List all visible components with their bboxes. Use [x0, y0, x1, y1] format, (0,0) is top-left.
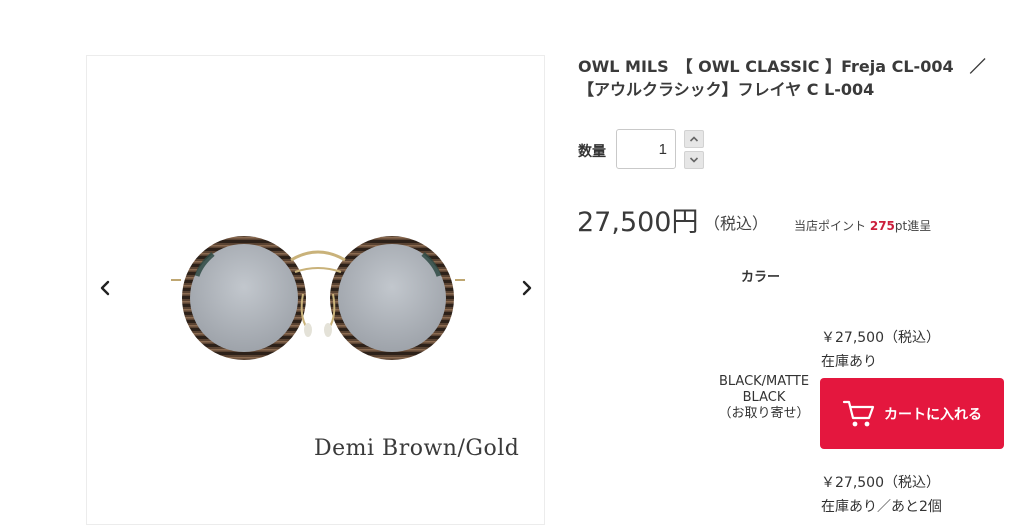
- variant-stock-status: 在庫あり／あと2個: [821, 499, 942, 515]
- gallery-next-button[interactable]: [517, 278, 537, 298]
- color-column-header: カラー: [741, 270, 781, 285]
- points-value: 275: [869, 219, 895, 233]
- points-info: 当店ポイント 275pt進呈: [794, 217, 931, 234]
- product-title: OWL MILS 【 OWL CLASSIC 】Freja CL-004 ／【ア…: [578, 57, 986, 99]
- tax-note: （税込）: [704, 214, 769, 233]
- points-prefix: 当店ポイント: [794, 219, 867, 233]
- quantity-decrement-button[interactable]: [684, 151, 704, 169]
- chevron-down-icon: [689, 157, 699, 163]
- quantity-label: 数量: [578, 144, 606, 160]
- chevron-left-icon: [100, 280, 110, 296]
- chevron-up-icon: [689, 136, 699, 142]
- variant-color-line: BLACK/MATTE: [718, 374, 810, 389]
- quantity-increment-button[interactable]: [684, 130, 704, 148]
- variant-color-line: BLACK: [742, 390, 786, 405]
- variant-color-name: BLACK/MATTE BLACK （お取り寄せ）: [706, 374, 822, 422]
- variant-price: ￥27,500（税込）: [821, 475, 940, 491]
- image-caption: Demi Brown/Gold: [314, 436, 520, 461]
- product-image-gallery: Demi Brown/Gold: [86, 55, 545, 525]
- add-to-cart-button[interactable]: カートに入れる: [820, 378, 1004, 449]
- add-to-cart-label: カートに入れる: [884, 406, 982, 423]
- product-price: 27,500円: [577, 207, 699, 238]
- variant-order-note: （お取り寄せ）: [718, 406, 810, 421]
- quantity-input[interactable]: [616, 129, 676, 169]
- cart-icon: [842, 400, 875, 426]
- sunglasses-image: [171, 236, 465, 360]
- variant-stock-status: 在庫あり: [821, 354, 877, 370]
- variant-price: ￥27,500（税込）: [821, 330, 940, 346]
- gallery-prev-button[interactable]: [95, 278, 115, 298]
- points-suffix: pt進呈: [894, 219, 932, 233]
- chevron-right-icon: [522, 280, 532, 296]
